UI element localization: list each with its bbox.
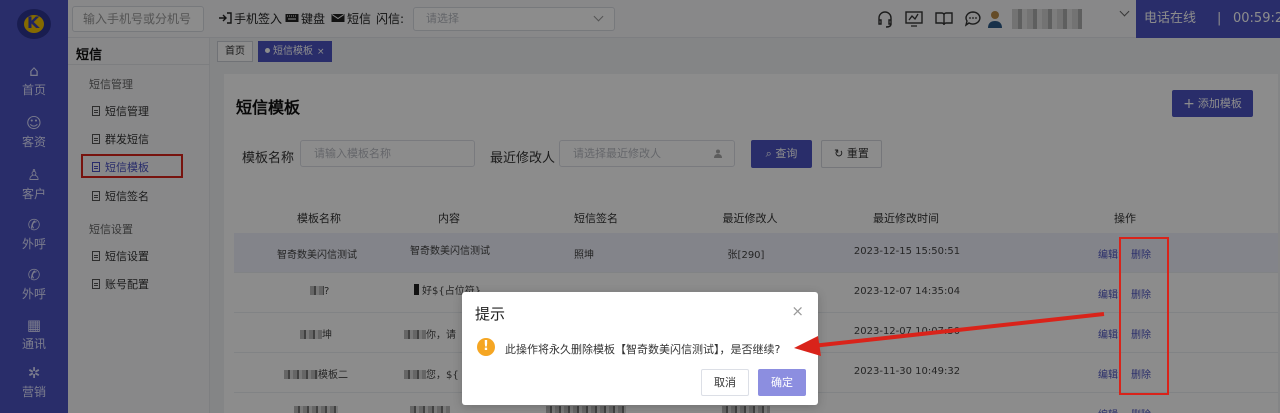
confirm-dialog: 提示 × ! 此操作将永久删除模板【智奇数美闪信测试】，是否继续? 取消 确定 [462, 292, 818, 405]
warning-icon: ! [477, 338, 495, 356]
dialog-message: 此操作将永久删除模板【智奇数美闪信测试】，是否继续? [505, 343, 781, 356]
annotation-highlight-box [1119, 237, 1169, 395]
confirm-button[interactable]: 确定 [758, 369, 806, 396]
dialog-title: 提示 [475, 305, 506, 323]
close-icon[interactable]: × [791, 304, 804, 319]
cancel-button[interactable]: 取消 [701, 369, 749, 396]
